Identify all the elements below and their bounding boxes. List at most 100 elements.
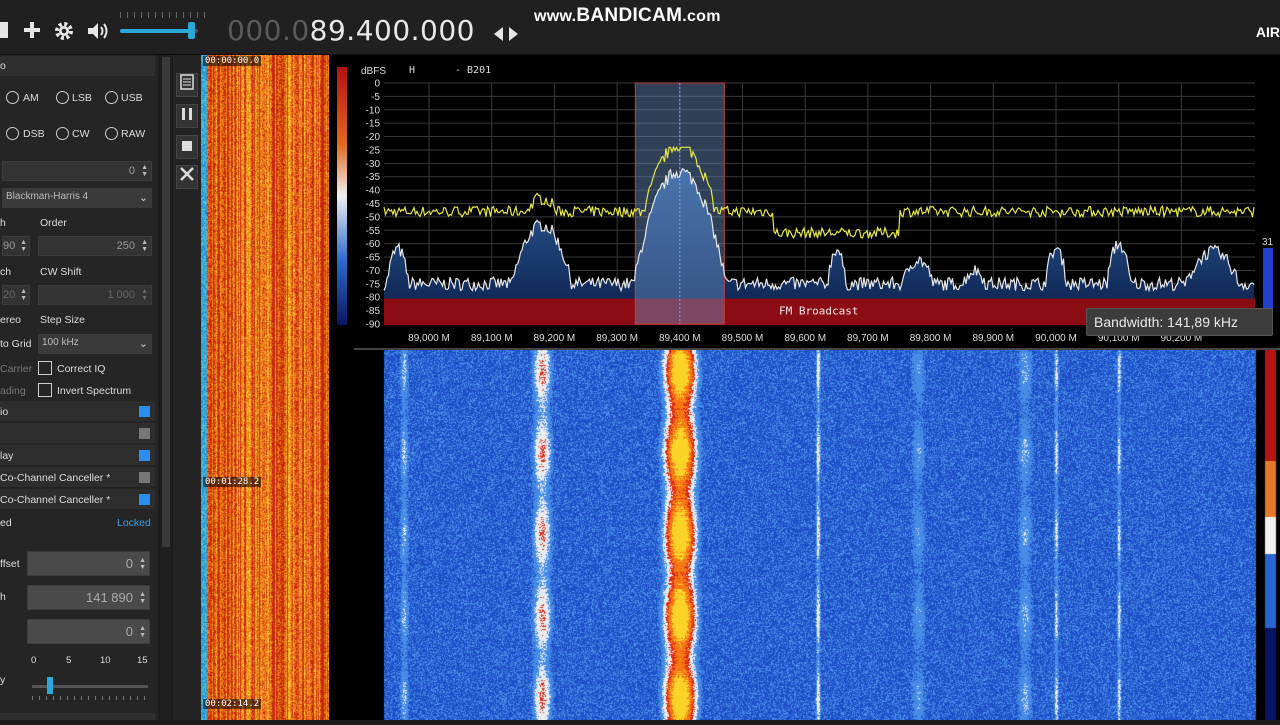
recorder-watermark: www.BANDICAM.com xyxy=(534,5,721,27)
bandwidth-tooltip: Bandwidth: 141,89 kHz xyxy=(1086,308,1273,336)
x-tick-label: 89,700 M xyxy=(847,333,889,344)
plugin-row[interactable]: Co-Channel Canceller * xyxy=(0,467,155,488)
volume-knob[interactable] xyxy=(188,22,195,39)
radio-lsb[interactable] xyxy=(56,91,69,104)
radio-dsb[interactable] xyxy=(6,127,19,140)
order-field[interactable]: 250 ▲ ▼ xyxy=(38,236,152,256)
spin-arrows-icon[interactable]: ▲ ▼ xyxy=(139,625,146,639)
spectrum-area[interactable]: dBFS H - B201 0 -5 -10 -15 -20 -25 -30 -35 -40 -4… xyxy=(329,55,1280,720)
plugin-row[interactable]: io xyxy=(0,401,155,422)
order-value: 250 xyxy=(116,240,135,252)
label-correct-iq: Correct IQ xyxy=(57,363,106,375)
label-cw: CW xyxy=(72,128,90,140)
offset-field[interactable]: 0 ▲ ▼ xyxy=(27,551,150,576)
plugin-toggle[interactable] xyxy=(139,406,150,417)
document-icon[interactable] xyxy=(176,73,198,97)
label-am: AM xyxy=(23,92,39,104)
x-tick-label: 89,400 M xyxy=(659,333,701,344)
add-icon[interactable] xyxy=(22,20,42,44)
contrast-bar[interactable] xyxy=(337,67,347,325)
spin-arrows-icon[interactable]: ▲ ▼ xyxy=(139,591,146,605)
spin-arrows-icon[interactable]: ▲ ▼ xyxy=(141,164,148,178)
frequency-digits: 89.400.000 xyxy=(309,14,475,47)
radio-am[interactable] xyxy=(6,91,19,104)
y-tick-label: -90 xyxy=(366,320,381,331)
plugin-row[interactable] xyxy=(0,423,155,444)
plugin-toggle[interactable] xyxy=(139,450,150,461)
label-offset: ffset xyxy=(0,558,20,570)
scrollbar-thumb[interactable] xyxy=(162,57,170,547)
spin-arrows-icon[interactable]: ▲ ▼ xyxy=(20,239,27,253)
radio-section-title: o xyxy=(0,60,6,72)
squelch-value: 20 xyxy=(3,289,16,301)
radio-cw[interactable] xyxy=(56,127,69,140)
next-section-header[interactable] xyxy=(0,713,155,720)
y-tick-label: -50 xyxy=(366,212,381,223)
cw-shift-field[interactable]: 1 000 ▲ ▼ xyxy=(38,285,152,305)
plugin-row[interactable]: lay xyxy=(0,445,155,466)
tools-icon[interactable] xyxy=(176,165,198,189)
volume-slider[interactable] xyxy=(120,29,198,33)
label-invert-spectrum: Invert Spectrum xyxy=(57,385,132,397)
spectrum-plot[interactable]: dBFS H - B201 0 -5 -10 -15 -20 -25 -30 -35 -40 -4… xyxy=(329,55,1280,350)
spin-arrows-icon[interactable]: ▲ ▼ xyxy=(141,288,148,302)
label-cw-shift: CW Shift xyxy=(40,266,82,278)
step-size-value: 100 kHz xyxy=(42,337,79,348)
label-locked-section: ed xyxy=(0,517,12,529)
spin-arrows-icon[interactable]: ▲ ▼ xyxy=(141,239,148,253)
radio-section-header[interactable]: o xyxy=(0,56,155,76)
third-value: 0 xyxy=(125,624,133,639)
frequency-display[interactable]: 000.089.400.000 xyxy=(227,14,475,47)
spin-arrows-icon[interactable]: ▲ ▼ xyxy=(20,288,27,302)
plugin-toggle[interactable] xyxy=(139,428,150,439)
if-waterfall[interactable]: 00:00:00.0 00:01:28.2 00:02:14.2 xyxy=(201,55,329,720)
main-waterfall[interactable] xyxy=(329,350,1280,720)
stop-square-icon[interactable] xyxy=(176,135,198,159)
filter-bandwidth-field[interactable]: 90 ▲ ▼ xyxy=(2,236,30,256)
y-tick-label: -35 xyxy=(366,172,381,183)
plugin-toggle[interactable] xyxy=(139,494,150,505)
pause-icon[interactable] xyxy=(176,104,198,128)
lock-slider-knob[interactable] xyxy=(47,677,53,694)
plugin-row[interactable]: Co-Channel Canceller * xyxy=(0,489,155,510)
label-usb: USB xyxy=(121,92,143,104)
label-dsb: DSB xyxy=(23,128,45,140)
stop-icon[interactable] xyxy=(0,22,8,38)
correct-iq-checkbox[interactable] xyxy=(38,361,52,375)
lock-bandwidth-field[interactable]: 141 890 ▲ ▼ xyxy=(27,585,150,610)
x-tick-label: 89,200 M xyxy=(534,333,576,344)
lock-bandwidth-value: 141 890 xyxy=(86,590,133,605)
settings-scrollbar[interactable] xyxy=(160,55,172,720)
radio-usb[interactable] xyxy=(105,91,118,104)
shift-field[interactable]: 0 ▲ ▼ xyxy=(2,161,152,181)
y-tick-label: -55 xyxy=(366,226,381,237)
x-tick-label: 89,000 M xyxy=(408,333,450,344)
spin-arrows-icon[interactable]: ▲ ▼ xyxy=(139,557,146,571)
third-field[interactable]: 0 ▲ ▼ xyxy=(27,619,150,644)
plugin-toggle[interactable] xyxy=(139,472,150,483)
x-tick-label: 89,800 M xyxy=(910,333,952,344)
if-waterfall-canvas xyxy=(201,55,329,720)
x-tick-label: 89,100 M xyxy=(471,333,513,344)
locked-status[interactable]: Locked xyxy=(117,517,151,529)
radio-raw[interactable] xyxy=(105,127,118,140)
label-lock-bandwidth: h xyxy=(0,591,6,603)
invert-spectrum-checkbox[interactable] xyxy=(38,383,52,397)
window-dropdown[interactable]: Blackman-Harris 4 ⌄ xyxy=(2,188,152,208)
label-snap-to-grid: to Grid xyxy=(0,338,32,350)
squelch-field[interactable]: 20 ▲ ▼ xyxy=(2,285,30,305)
speaker-icon[interactable] xyxy=(86,20,110,46)
y-tick-label: -85 xyxy=(366,306,381,317)
y-tick-label: -30 xyxy=(366,159,381,170)
gear-icon[interactable] xyxy=(53,20,75,46)
y-tick-label: -10 xyxy=(366,105,381,116)
step-size-dropdown[interactable]: 100 kHz ⌄ xyxy=(38,334,152,354)
label-squelch: ch xyxy=(0,266,12,278)
device-name: - B201 xyxy=(455,65,491,76)
y-tick-label: -70 xyxy=(366,266,381,277)
y-tick-label: -80 xyxy=(366,293,381,304)
y-tick-label: -45 xyxy=(366,199,381,210)
swap-arrows-icon[interactable] xyxy=(494,24,518,46)
axis-unit: dBFS xyxy=(361,66,386,77)
slider-tick-label: 15 xyxy=(137,655,148,666)
